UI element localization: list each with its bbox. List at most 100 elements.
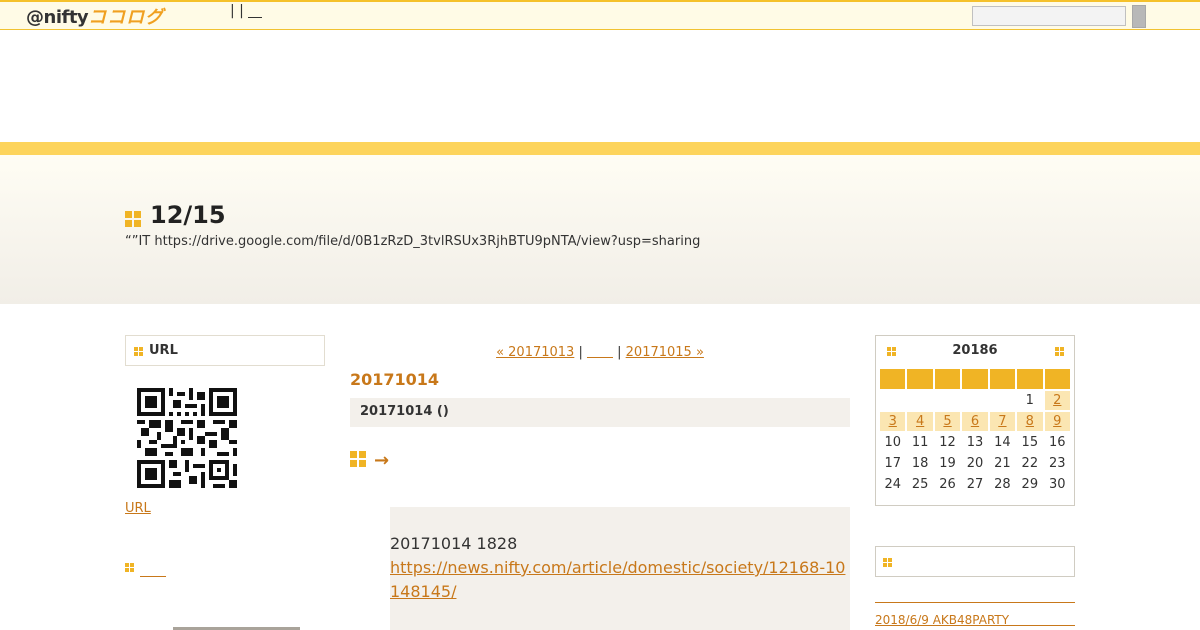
search-input[interactable] (972, 6, 1126, 26)
calendar-day: 29 (1021, 477, 1039, 492)
weekday-cell (907, 369, 933, 389)
calendar-day (990, 391, 1015, 410)
calendar-day-link[interactable]: 3 (889, 414, 897, 429)
left-sidebar-link[interactable]: ＿＿ (140, 564, 166, 579)
calendar-week-row: 3 4 5 6 7 8 9 (880, 412, 1070, 431)
calendar-day: 25 (911, 477, 929, 492)
logo-text: @nifty (26, 7, 89, 28)
entry-text: 20171014 1828 (390, 534, 518, 553)
next-date-link[interactable]: 20171015 » (626, 345, 704, 360)
calendar-week-row: 17 18 19 20 21 22 23 (880, 454, 1070, 473)
weekday-cell (934, 369, 961, 389)
calendar-day: 20 (966, 456, 984, 471)
calendar-day: 21 (994, 456, 1011, 471)
weekday-cell (962, 369, 988, 389)
squares-icon (125, 563, 134, 572)
top-link[interactable] (248, 3, 263, 18)
blog-banner (0, 155, 1200, 304)
squares-icon (134, 347, 143, 356)
top-link-sep: | (230, 3, 235, 19)
divider (875, 625, 1075, 626)
blog-description: “”IT https://drive.google.com/file/d/0B1… (125, 234, 701, 249)
site-logo[interactable]: @niftyココログ (26, 3, 164, 29)
calendar-day[interactable]: 7 (989, 412, 1016, 431)
calendar-day-link[interactable]: 9 (1053, 414, 1061, 429)
calendar: 20186 1 2 3 4 5 6 7 8 9 10 11 12 13 14 15 16 17 18 19 20 21 2… (875, 335, 1075, 506)
weekday-cell (1017, 369, 1043, 389)
calendar-day[interactable]: 2 (1044, 391, 1070, 410)
calendar-day[interactable]: 3 (880, 412, 906, 431)
calendar-day: 11 (911, 435, 929, 450)
calendar-day[interactable]: 5 (934, 412, 961, 431)
calendar-day: 18 (911, 456, 929, 471)
top-link-sep: | (239, 3, 244, 19)
calendar-day: 26 (939, 477, 956, 492)
calendar-day: 19 (939, 456, 956, 471)
weekday-cell (1044, 369, 1070, 389)
calendar-week-row: 12 (880, 391, 1070, 410)
weekday-cell (880, 369, 906, 389)
qr-url-link[interactable]: URL (125, 501, 151, 516)
calendar-day: 12 (939, 435, 956, 450)
calendar-day-link[interactable]: 6 (971, 414, 979, 429)
calendar-day-link[interactable]: 7 (998, 414, 1006, 429)
calendar-day[interactable]: 4 (907, 412, 933, 431)
calendar-day: 30 (1048, 477, 1066, 492)
top-bar: @niftyココログ | | (0, 0, 1200, 30)
header-stripe (0, 142, 1200, 155)
calendar-title: 20186 (952, 343, 998, 358)
qr-code (137, 388, 237, 488)
calendar-day: 15 (1021, 435, 1039, 450)
calendar-day: 16 (1048, 435, 1066, 450)
date-heading: 20171014 (350, 370, 440, 389)
calendar-day: 10 (884, 435, 901, 450)
calendar-day (880, 391, 905, 410)
calendar-weekday-row (880, 369, 1070, 389)
calendar-day-link[interactable]: 8 (1026, 414, 1034, 429)
calendar-day (935, 391, 960, 410)
qr-heading: URL (149, 343, 178, 358)
blog-title[interactable]: 12/15 (150, 201, 226, 229)
main-page-link[interactable]: ＿＿ (587, 345, 613, 360)
logo-brand: ココログ (88, 7, 165, 28)
entry-body: 20171014 1828 https://news.nifty.com/art… (390, 507, 850, 630)
calendar-week-row: 10 11 12 13 14 15 16 (880, 433, 1070, 452)
entry-squares-icon (350, 451, 366, 467)
nav-separator: | (613, 345, 626, 360)
calendar-day: 23 (1048, 456, 1066, 471)
calendar-day: 27 (966, 477, 984, 492)
calendar-day[interactable]: 9 (1044, 412, 1070, 431)
calendar-day[interactable]: 6 (962, 412, 988, 431)
calendar-day: 28 (994, 477, 1011, 492)
calendar-day: 17 (884, 456, 901, 471)
calendar-day: 24 (884, 477, 901, 492)
nav-separator: | (574, 345, 587, 360)
calendar-day: 13 (966, 435, 984, 450)
calendar-day[interactable]: 8 (1017, 412, 1043, 431)
qr-heading-box: URL (125, 335, 325, 366)
search-button[interactable] (1132, 5, 1146, 28)
squares-icon (883, 558, 892, 567)
calendar-day: 22 (1021, 456, 1039, 471)
archive-heading-box (875, 546, 1075, 577)
calendar-day-link[interactable]: 5 (943, 414, 951, 429)
top-links: | | (230, 3, 263, 19)
calendar-day (962, 391, 987, 410)
entry-navigation: « 20171013 | ＿＿ | 20171015 » (350, 341, 850, 360)
entry-title[interactable]: 20171014 () (360, 404, 449, 419)
prev-date-link[interactable]: « 20171013 (496, 345, 574, 360)
calendar-day (907, 391, 932, 410)
calendar-day: 1 (1025, 393, 1034, 408)
calendar-day-link[interactable]: 2 (1053, 393, 1061, 408)
arrow-right-icon: → (374, 450, 390, 471)
calendar-grid: 1 2 3 4 5 6 7 8 9 10 11 12 13 14 15 16 17 18 19 20 21 22 23 24 2… (878, 367, 1072, 496)
calendar-day-link[interactable]: 4 (916, 414, 924, 429)
entry-title-bar: 20171014 () (350, 398, 850, 427)
calendar-next-icon[interactable] (1055, 347, 1064, 356)
divider (875, 602, 1075, 603)
entry-link[interactable]: https://news.nifty.com/article/domestic/… (390, 558, 845, 601)
calendar-day: 14 (994, 435, 1011, 450)
calendar-week-row: 24 25 26 27 28 29 30 (880, 475, 1070, 494)
title-squares-icon (125, 211, 141, 227)
weekday-cell (989, 369, 1016, 389)
